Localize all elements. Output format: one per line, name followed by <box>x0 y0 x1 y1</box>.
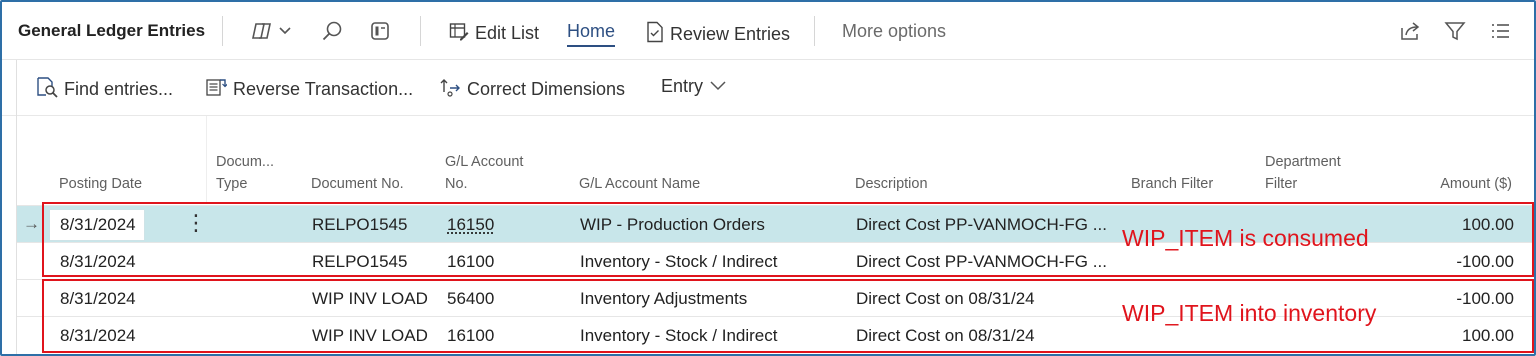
column-header-document-type-line1: Docum... <box>216 154 275 170</box>
column-header-department-filter[interactable]: Department Filter <box>1265 151 1341 195</box>
row-pointer-arrow-icon: → <box>23 214 40 233</box>
top-bar: General Ledger Entries Edit List Home Re… <box>2 2 1534 60</box>
general-ledger-entries-window: General Ledger Entries Edit List Home Re… <box>0 0 1536 356</box>
copilot-icon[interactable] <box>249 19 295 43</box>
entry-menu-label: Entry <box>661 76 704 96</box>
find-entries-icon <box>36 76 58 103</box>
tab-review-entries[interactable]: Review Entries <box>646 21 790 48</box>
correct-dimensions-icon <box>439 76 461 103</box>
divider <box>420 16 421 46</box>
column-header-document-no[interactable]: Document No. <box>311 173 404 195</box>
tab-edit-list-label: Edit List <box>475 23 540 43</box>
column-header-document-type-line2: Type <box>216 176 248 192</box>
filter-icon[interactable] <box>1443 19 1467 43</box>
annotation-label-consumed: WIP_ITEM is consumed <box>1122 225 1369 251</box>
edit-list-icon <box>449 21 469 46</box>
entry-menu-button[interactable]: Entry <box>661 76 727 97</box>
active-tab-indicator <box>567 45 615 47</box>
find-entries-button[interactable]: Find entries... <box>36 76 173 103</box>
find-entries-label: Find entries... <box>64 79 174 99</box>
more-options-label: More options <box>842 21 947 41</box>
reverse-transaction-label: Reverse Transaction... <box>233 79 414 99</box>
annotation-label-into-inventory: WIP_ITEM into inventory <box>1122 300 1377 326</box>
tab-home[interactable]: Home <box>567 21 615 42</box>
share-icon[interactable] <box>1398 19 1422 43</box>
reverse-transaction-icon <box>205 76 228 103</box>
reverse-transaction-button[interactable]: Reverse Transaction... <box>205 76 413 103</box>
filter-pane-icon[interactable] <box>368 19 392 43</box>
column-header-branch-filter[interactable]: Branch Filter <box>1131 173 1213 195</box>
tab-home-label: Home <box>567 21 616 41</box>
search-icon[interactable] <box>320 19 344 43</box>
divider <box>814 16 815 46</box>
correct-dimensions-button[interactable]: Correct Dimensions <box>439 76 625 103</box>
correct-dimensions-label: Correct Dimensions <box>467 79 626 99</box>
more-options-button[interactable]: More options <box>842 21 946 42</box>
action-bar: Find entries... Reverse Transaction... C… <box>2 60 1534 116</box>
column-header-document-type[interactable]: Docum... Type <box>216 151 274 195</box>
divider <box>222 16 223 46</box>
column-divider <box>206 116 207 202</box>
column-header-gl-account-name[interactable]: G/L Account Name <box>579 173 700 195</box>
tab-review-entries-label: Review Entries <box>670 24 791 44</box>
tab-edit-list[interactable]: Edit List <box>449 21 539 46</box>
column-header-description[interactable]: Description <box>855 173 928 195</box>
page-title: General Ledger Entries <box>18 21 206 40</box>
chevron-down-icon <box>709 76 727 97</box>
column-header-posting-date[interactable]: Posting Date <box>59 173 142 195</box>
column-header-gl-account-no[interactable]: G/L Account No. <box>445 151 523 195</box>
column-header-gl-account-no-line1: G/L Account <box>445 154 524 170</box>
review-entries-icon <box>646 21 664 48</box>
list-view-icon[interactable] <box>1488 19 1512 43</box>
column-header-gl-account-no-line2: No. <box>445 176 468 192</box>
column-header-amount[interactable]: Amount ($) <box>1402 173 1512 195</box>
column-header-department-filter-line1: Department <box>1265 154 1341 170</box>
column-header-department-filter-line2: Filter <box>1265 176 1298 192</box>
